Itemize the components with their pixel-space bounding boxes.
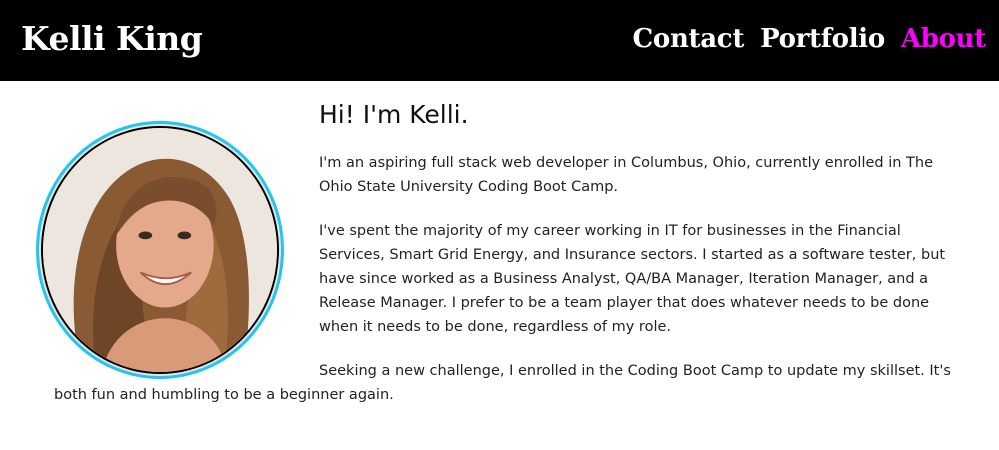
profile-photo (36, 121, 284, 379)
site-header: Kelli King Contact Portfolio About (0, 0, 999, 81)
profile-photo-frame (41, 126, 279, 374)
portrait-icon (43, 128, 277, 372)
nav-contact[interactable]: Contact (633, 18, 745, 60)
career-paragraph: I've spent the majority of my career wor… (319, 223, 946, 335)
main-nav: Contact Portfolio About (633, 18, 987, 60)
nav-about[interactable]: About (901, 18, 986, 60)
page-title: Hi! I'm Kelli. (319, 100, 469, 129)
intro-paragraph: I'm an aspiring full stack web developer… (319, 155, 934, 195)
bootcamp-paragraph: Seeking a new challenge, I enrolled in t… (54, 363, 951, 403)
site-brand[interactable]: Kelli King (21, 14, 203, 64)
nav-portfolio[interactable]: Portfolio (760, 18, 885, 60)
